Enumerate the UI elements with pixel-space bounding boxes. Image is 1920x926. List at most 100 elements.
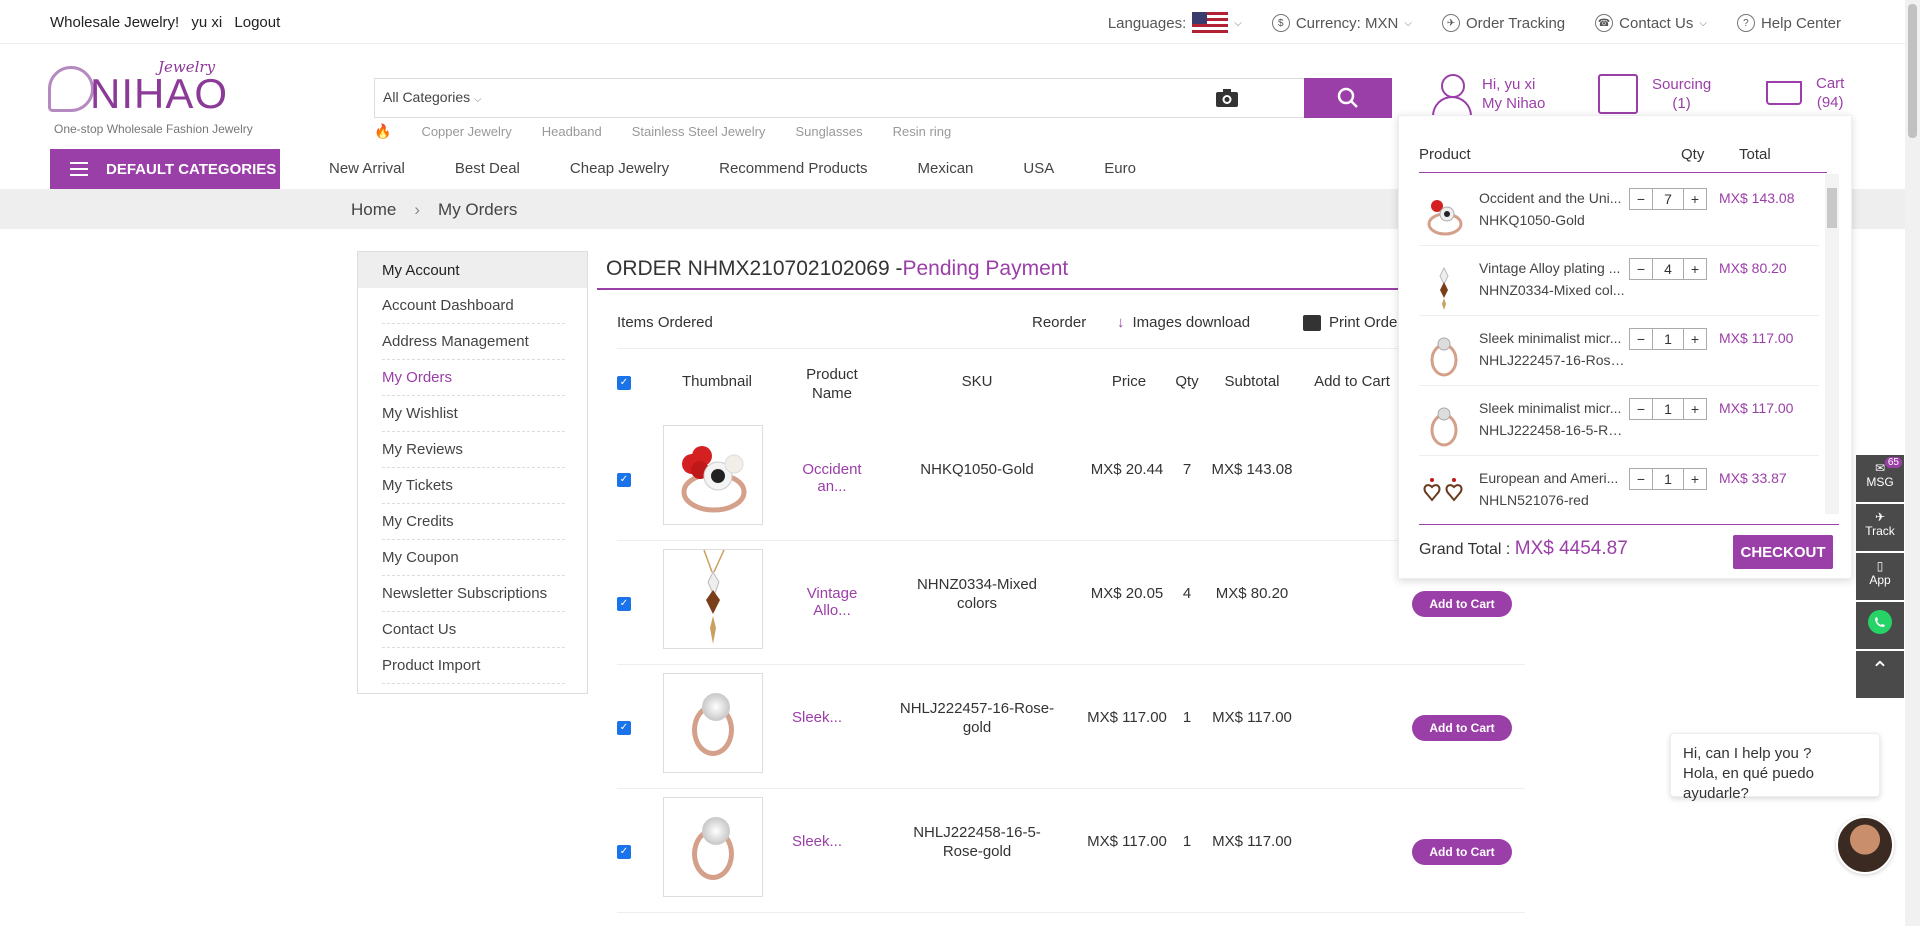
increase-button[interactable]: +	[1683, 468, 1707, 490]
hot-term[interactable]: Sunglasses	[795, 124, 862, 139]
product-name-link[interactable]: Sleek...	[787, 833, 847, 850]
app-button[interactable]: ▯ App	[1856, 553, 1904, 600]
logout-link[interactable]: Logout	[234, 14, 280, 31]
nav-link-usa[interactable]: USA	[1023, 160, 1054, 177]
quantity-input[interactable]: 1	[1653, 398, 1683, 420]
search-button[interactable]	[1304, 78, 1392, 118]
increase-button[interactable]: +	[1683, 328, 1707, 350]
printer-icon	[1303, 315, 1321, 331]
sidebar-item-my-reviews[interactable]: My Reviews	[382, 432, 565, 468]
sidebar-item-newsletter[interactable]: Newsletter Subscriptions	[382, 576, 565, 612]
increase-button[interactable]: +	[1683, 258, 1707, 280]
cart-link[interactable]: Cart (94)	[1760, 74, 1844, 112]
hot-term[interactable]: Stainless Steel Jewelry	[632, 124, 766, 139]
sidebar-item-my-coupon[interactable]: My Coupon	[382, 540, 565, 576]
row-checkbox[interactable]: ✓	[617, 720, 631, 735]
order-tracking-link[interactable]: ✈ Order Tracking	[1441, 14, 1565, 32]
sidebar-item-my-orders[interactable]: My Orders	[382, 360, 565, 396]
whatsapp-button[interactable]	[1856, 602, 1904, 649]
quantity-input[interactable]: 4	[1653, 258, 1683, 280]
chat-prompt-bubble[interactable]: Hi, can I help you ? Hola, en qué puedo …	[1670, 733, 1880, 802]
help-center-link[interactable]: ? Help Center	[1736, 14, 1841, 32]
mini-cart-item-name[interactable]: Vintage Alloy plating ...	[1479, 260, 1627, 276]
nav-link-euro[interactable]: Euro	[1104, 160, 1136, 177]
whatsapp-icon	[1868, 610, 1892, 634]
add-to-cart-button[interactable]: Add to Cart	[1412, 839, 1512, 865]
hot-term[interactable]: Headband	[542, 124, 602, 139]
scrollbar-thumb[interactable]	[1827, 188, 1837, 228]
chat-agent-avatar[interactable]	[1836, 816, 1894, 874]
sourcing-link[interactable]: Sourcing (1)	[1598, 74, 1711, 114]
product-thumbnail[interactable]	[663, 425, 763, 525]
sidebar-item-contact-us[interactable]: Contact Us	[382, 612, 565, 648]
quantity-input[interactable]: 1	[1653, 468, 1683, 490]
sidebar-item-account-dashboard[interactable]: Account Dashboard	[382, 288, 565, 324]
row-checkbox[interactable]: ✓	[617, 596, 631, 611]
decrease-button[interactable]: −	[1629, 188, 1653, 210]
product-thumbnail[interactable]	[663, 673, 763, 773]
sidebar-item-my-credits[interactable]: My Credits	[382, 504, 565, 540]
sidebar-item-address-management[interactable]: Address Management	[382, 324, 565, 360]
nav-link-new-arrival[interactable]: New Arrival	[329, 160, 405, 177]
nav-link-cheap-jewelry[interactable]: Cheap Jewelry	[570, 160, 669, 177]
product-name-link[interactable]: Vintage Allo...	[787, 585, 877, 619]
mini-cart-scrollbar[interactable]	[1825, 174, 1839, 514]
breadcrumb-home[interactable]: Home	[351, 200, 396, 220]
sidebar-item-product-import[interactable]: Product Import	[382, 648, 565, 684]
search-bar[interactable]: All Categories ⌵	[374, 78, 1392, 118]
decrease-button[interactable]: −	[1629, 398, 1653, 420]
decrease-button[interactable]: −	[1629, 328, 1653, 350]
product-thumbnail[interactable]	[663, 797, 763, 897]
sidebar-item-my-wishlist[interactable]: My Wishlist	[382, 396, 565, 432]
language-selector[interactable]: Languages: ⌵	[1108, 12, 1242, 34]
app-label: App	[1869, 573, 1891, 587]
user-name-link[interactable]: yu xi	[191, 14, 222, 31]
increase-button[interactable]: +	[1683, 188, 1707, 210]
nav-link-best-deal[interactable]: Best Deal	[455, 160, 520, 177]
add-to-cart-button[interactable]: Add to Cart	[1412, 715, 1512, 741]
scrollbar-thumb[interactable]	[1908, 4, 1917, 138]
mini-cart-item-name[interactable]: European and Ameri...	[1479, 470, 1627, 486]
category-select[interactable]: All Categories ⌵	[383, 89, 482, 105]
decrease-button[interactable]: −	[1629, 468, 1653, 490]
hot-term[interactable]: Copper Jewelry	[421, 124, 511, 139]
row-checkbox[interactable]: ✓	[617, 844, 631, 859]
track-button[interactable]: ✈ Track	[1856, 504, 1904, 551]
account-link[interactable]: Hi, yu xi My Nihao	[1432, 72, 1545, 118]
quantity-input[interactable]: 7	[1653, 188, 1683, 210]
images-download-link[interactable]: ↓ Images download	[1117, 314, 1250, 331]
mini-cart-item-name[interactable]: Occident and the Uni...	[1479, 190, 1627, 206]
sku-cell: NHLJ222457-16-Rose-gold	[899, 700, 1055, 736]
add-to-cart-button[interactable]: Add to Cart	[1412, 591, 1512, 617]
product-name-link[interactable]: Sleek...	[787, 709, 847, 726]
contact-us-link[interactable]: ☎ Contact Us ⌵	[1595, 14, 1707, 32]
page-scrollbar[interactable]	[1905, 0, 1920, 926]
row-checkbox[interactable]: ✓	[617, 472, 631, 487]
product-thumbnail[interactable]	[663, 549, 763, 649]
site-logo[interactable]: Jewelry NIHAO One-stop Wholesale Fashion…	[48, 56, 268, 136]
top-bar: Wholesale Jewelry! yu xi Logout Language…	[0, 0, 1905, 44]
hot-term[interactable]: Resin ring	[893, 124, 952, 139]
sidebar-item-my-tickets[interactable]: My Tickets	[382, 468, 565, 504]
checkout-button[interactable]: CHECKOUT	[1733, 535, 1833, 569]
top-links: Languages: ⌵ $ Currency: MXN ⌵ ✈ Order T…	[1108, 12, 1841, 34]
back-to-top-button[interactable]: ⌃	[1856, 651, 1904, 698]
nav-link-mexican[interactable]: Mexican	[918, 160, 974, 177]
print-order-link[interactable]: Print Order	[1303, 314, 1402, 331]
product-name-link[interactable]: Occident an...	[787, 461, 877, 495]
camera-icon[interactable]	[1215, 88, 1239, 108]
nav-link-recommend-products[interactable]: Recommend Products	[719, 160, 867, 177]
mini-cart-item-name[interactable]: Sleek minimalist micr...	[1479, 400, 1627, 416]
my-nihao-link[interactable]: My Nihao	[1482, 94, 1545, 113]
reorder-link[interactable]: Reorder	[1032, 314, 1086, 331]
msg-button[interactable]: ✉ MSG 65	[1856, 455, 1904, 502]
select-all-checkbox[interactable]: ✓	[617, 375, 631, 390]
mini-cart-item-name[interactable]: Sleek minimalist micr...	[1479, 330, 1627, 346]
default-categories-button[interactable]: DEFAULT CATEGORIES	[50, 149, 280, 189]
decrease-button[interactable]: −	[1629, 258, 1653, 280]
qty-cell: 7	[1182, 461, 1192, 478]
mini-cart-popup: Product Qty Total Occident and the Uni..…	[1398, 115, 1852, 579]
quantity-input[interactable]: 1	[1653, 328, 1683, 350]
increase-button[interactable]: +	[1683, 398, 1707, 420]
currency-selector[interactable]: $ Currency: MXN ⌵	[1271, 14, 1412, 32]
